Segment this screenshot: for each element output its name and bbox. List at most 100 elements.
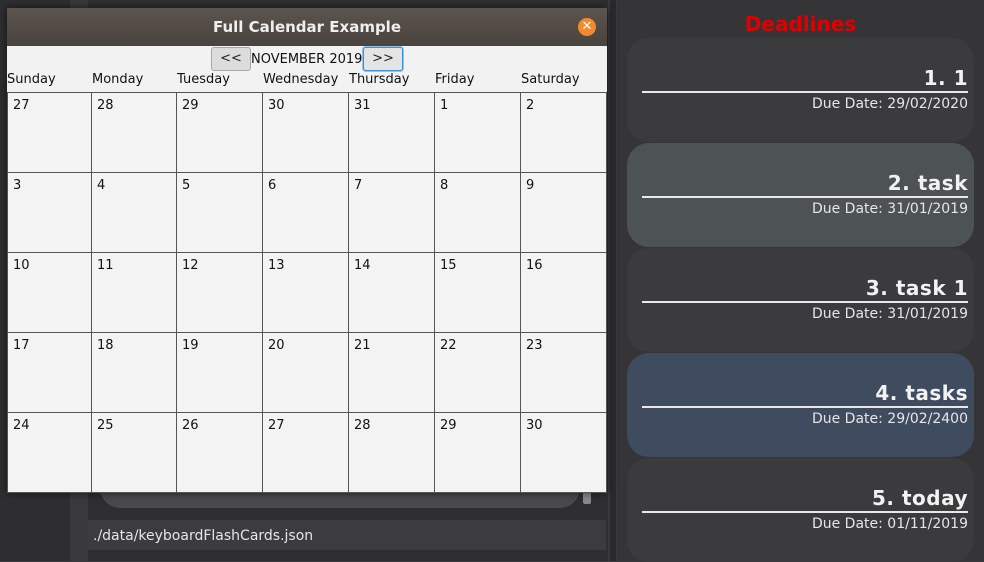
- deadline-card[interactable]: 1. 1 Due Date: 29/02/2020: [627, 38, 974, 142]
- calendar-day-number: 25: [97, 418, 114, 433]
- calendar-day-cell[interactable]: 5: [177, 173, 263, 253]
- calendar-day-number: 3: [13, 178, 22, 193]
- calendar-day-cell[interactable]: 24: [7, 413, 92, 493]
- calendar-day-number: 28: [97, 98, 114, 113]
- calendar-day-cell[interactable]: 25: [92, 413, 177, 493]
- deadline-name: 3. task 1: [865, 276, 968, 300]
- calendar-day-cell[interactable]: 6: [263, 173, 349, 253]
- deadline-divider: [642, 196, 968, 198]
- calendar-day-number: 9: [526, 178, 535, 193]
- calendar-day-number: 16: [526, 258, 543, 273]
- calendar-day-cell[interactable]: 8: [435, 173, 521, 253]
- day-of-week-label: Friday: [435, 72, 475, 87]
- calendar-day-cell[interactable]: 18: [92, 333, 177, 413]
- calendar-day-number: 30: [526, 418, 543, 433]
- deadline-due-date: Due Date: 29/02/2400: [811, 411, 968, 427]
- calendar-day-number: 4: [97, 178, 106, 193]
- calendar-day-cell[interactable]: 30: [263, 93, 349, 173]
- calendar-day-number: 12: [182, 258, 199, 273]
- day-of-week-label: Sunday: [7, 72, 56, 87]
- calendar-day-cell[interactable]: 11: [92, 253, 177, 333]
- calendar-day-cell[interactable]: 9: [521, 173, 607, 253]
- calendar-day-number: 6: [268, 178, 277, 193]
- calendar-day-cell[interactable]: 3: [7, 173, 92, 253]
- month-label: NOVEMBER 2019: [251, 52, 363, 67]
- deadline-divider: [642, 91, 968, 93]
- calendar-day-number: 29: [440, 418, 457, 433]
- prev-month-button[interactable]: <<: [211, 47, 251, 71]
- day-of-week-label: Tuesday: [177, 72, 230, 87]
- deadlines-panel: Deadlines 1. 1 Due Date: 29/02/2020 2. tas…: [617, 0, 984, 562]
- calendar-day-cell[interactable]: 13: [263, 253, 349, 333]
- calendar-day-cell[interactable]: 4: [92, 173, 177, 253]
- day-of-week-label: Thursday: [349, 72, 410, 87]
- deadline-name: 4. tasks: [875, 381, 968, 405]
- calendar-day-number: 7: [354, 178, 363, 193]
- calendar-day-number: 8: [440, 178, 449, 193]
- deadline-due-date: Due Date: 31/01/2019: [811, 201, 968, 217]
- deadline-name: 2. task: [887, 171, 968, 195]
- calendar-day-number: 30: [268, 98, 285, 113]
- status-bar-path: ./data/keyboardFlashCards.json: [88, 520, 606, 550]
- deadline-card[interactable]: 3. task 1 Due Date: 31/01/2019: [627, 248, 974, 352]
- deadline-divider: [642, 301, 968, 303]
- calendar-day-cell[interactable]: 27: [263, 413, 349, 493]
- calendar-day-cell[interactable]: 29: [177, 93, 263, 173]
- calendar-window-title: Full Calendar Example: [212, 18, 401, 36]
- calendar-day-number: 22: [440, 338, 457, 353]
- calendar-day-number: 18: [97, 338, 114, 353]
- calendar-day-cell[interactable]: 2: [521, 93, 607, 173]
- calendar-day-cell[interactable]: 28: [92, 93, 177, 173]
- next-month-button[interactable]: >>: [363, 47, 403, 71]
- calendar-day-number: 17: [13, 338, 30, 353]
- deadline-name: 1. 1: [923, 66, 968, 90]
- calendar-day-number: 10: [13, 258, 30, 273]
- deadlines-title: Deadlines: [744, 12, 857, 36]
- deadline-name: 5. today: [871, 486, 968, 510]
- deadline-card[interactable]: 4. tasks Due Date: 29/02/2400: [627, 353, 974, 457]
- calendar-day-cell[interactable]: 22: [435, 333, 521, 413]
- deadline-card[interactable]: 2. task Due Date: 31/01/2019: [627, 143, 974, 247]
- day-of-week-label: Saturday: [521, 72, 580, 87]
- calendar-day-cell[interactable]: 19: [177, 333, 263, 413]
- calendar-day-number: 2: [526, 98, 535, 113]
- calendar-day-number: 24: [13, 418, 30, 433]
- calendar-day-cell[interactable]: 15: [435, 253, 521, 333]
- calendar-day-cell[interactable]: 30: [521, 413, 607, 493]
- calendar-day-cell[interactable]: 31: [349, 93, 435, 173]
- calendar-grid: 27 28 29 30 31 1 2 3 4 5 6 7 8 9 10 11 12 13 14 15 16 17 18 19 2…: [7, 92, 607, 493]
- calendar-day-cell[interactable]: 1: [435, 93, 521, 173]
- deadline-divider: [642, 511, 968, 513]
- calendar-day-cell[interactable]: 29: [435, 413, 521, 493]
- deadline-card[interactable]: 5. today Due Date: 01/11/2019: [627, 458, 974, 562]
- calendar-day-number: 13: [268, 258, 285, 273]
- calendar-day-cell[interactable]: 16: [521, 253, 607, 333]
- calendar-day-number: 27: [268, 418, 285, 433]
- close-icon[interactable]: ✕: [578, 18, 596, 36]
- calendar-day-cell[interactable]: 23: [521, 333, 607, 413]
- deadline-due-date: Due Date: 29/02/2020: [811, 96, 968, 112]
- calendar-day-cell[interactable]: 7: [349, 173, 435, 253]
- panel-divider[interactable]: [610, 0, 616, 561]
- calendar-day-number: 5: [182, 178, 191, 193]
- calendar-day-cell[interactable]: 12: [177, 253, 263, 333]
- calendar-day-cell[interactable]: 26: [177, 413, 263, 493]
- calendar-day-cell[interactable]: 20: [263, 333, 349, 413]
- calendar-day-number: 21: [354, 338, 371, 353]
- deadline-divider: [642, 406, 968, 408]
- calendar-window: Full Calendar Example ✕ << NOVEMBER 2019…: [7, 8, 607, 493]
- day-of-week-label: Wednesday: [263, 72, 339, 87]
- day-of-week-label: Monday: [92, 72, 144, 87]
- calendar-day-cell[interactable]: 17: [7, 333, 92, 413]
- calendar-day-number: 1: [440, 98, 449, 113]
- calendar-day-number: 14: [354, 258, 371, 273]
- calendar-day-number: 28: [354, 418, 371, 433]
- calendar-day-cell[interactable]: 28: [349, 413, 435, 493]
- calendar-day-number: 29: [182, 98, 199, 113]
- calendar-day-cell[interactable]: 27: [7, 93, 92, 173]
- calendar-titlebar[interactable]: Full Calendar Example ✕: [7, 8, 607, 46]
- calendar-day-cell[interactable]: 21: [349, 333, 435, 413]
- calendar-day-cell[interactable]: 10: [7, 253, 92, 333]
- calendar-day-number: 26: [182, 418, 199, 433]
- calendar-day-cell[interactable]: 14: [349, 253, 435, 333]
